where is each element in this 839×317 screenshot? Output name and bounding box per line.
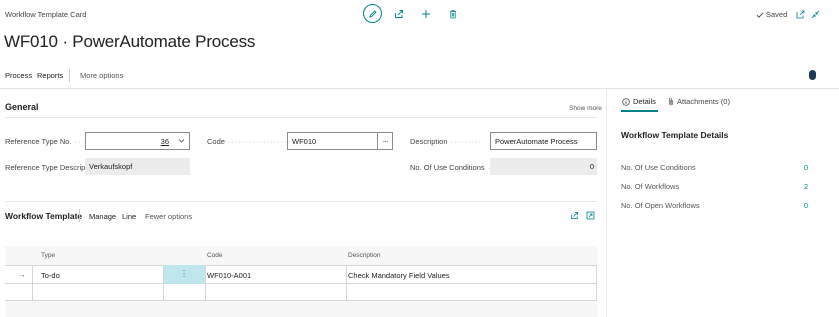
share-icon[interactable] [393, 8, 404, 19]
factbox-row-value[interactable]: 0 [804, 201, 808, 210]
factbox-row-label: No. Of Workflows [621, 182, 680, 191]
reports-menu[interactable]: Reports [37, 71, 63, 80]
grid-divider [163, 265, 164, 301]
factbox-row-label: No. Of Use Conditions [621, 163, 696, 172]
reference-type-description-label: Reference Type Descripti... [5, 163, 96, 172]
description-field[interactable]: PowerAutomate Process [490, 132, 597, 150]
notification-badge[interactable] [809, 70, 816, 80]
more-options-button[interactable]: More options [80, 71, 123, 80]
ellipsis-icon: ··· [382, 136, 389, 146]
code-field[interactable]: WF010 [287, 132, 378, 150]
column-header-type[interactable]: Type [41, 252, 55, 259]
row-actions-icon: ⋮ [180, 269, 188, 278]
subpage-title[interactable]: Workflow Template [5, 211, 82, 221]
description-label: Description ········· [410, 137, 483, 146]
tab-details-underline [621, 110, 658, 112]
grid-divider [32, 265, 33, 301]
row-menu-button[interactable]: ⋮ [163, 265, 205, 284]
process-menu[interactable]: Process [5, 71, 32, 80]
table-row[interactable]: → To-do ⋮ WF010-A001 Check Mandatory Fie… [5, 265, 597, 284]
reference-type-description-field: Verkaufskopf [85, 158, 190, 175]
reference-type-description-value: Verkaufskopf [89, 162, 133, 171]
code-lookup-button[interactable]: ··· [378, 132, 393, 150]
factbox-row-value[interactable]: 0 [804, 163, 808, 172]
factbox-divider [606, 89, 607, 317]
grid-divider [205, 265, 206, 301]
collapse-icon[interactable] [810, 9, 820, 19]
page-title: WF010 · PowerAutomate Process [4, 32, 256, 51]
factbox-title: Workflow Template Details [621, 130, 729, 140]
reference-type-no-field[interactable]: 36 [85, 132, 190, 150]
column-header-description[interactable]: Description [348, 252, 381, 259]
paperclip-icon [668, 97, 674, 106]
action-bar-divider [69, 69, 70, 82]
subpage-divider [79, 209, 80, 222]
chevron-down-icon[interactable] [178, 138, 185, 144]
show-more-button[interactable]: Show more [569, 105, 602, 112]
subpage-share-icon[interactable] [570, 211, 579, 220]
no-of-use-conditions-label: No. Of Use Conditions ···· [410, 163, 501, 172]
factbox-row-label: No. Of Open Workflows [621, 201, 700, 210]
add-icon[interactable] [420, 8, 431, 19]
reference-type-no-value: 36 [160, 137, 169, 146]
table-row-empty[interactable] [5, 284, 597, 301]
action-bar-separator [0, 88, 839, 89]
factbox-row-value[interactable]: 2 [804, 182, 808, 191]
tab-attachments-label: Attachments (0) [677, 97, 730, 106]
line-menu[interactable]: Line [122, 212, 136, 221]
section-general-title[interactable]: General [5, 102, 39, 112]
delete-icon[interactable] [447, 8, 458, 19]
no-of-use-conditions-value: 0 [589, 162, 594, 171]
saved-status: Saved [756, 10, 787, 19]
no-of-use-conditions-field: 0 [490, 158, 597, 175]
row-code-cell[interactable]: WF010-A001 [207, 271, 251, 280]
column-header-code[interactable]: Code [207, 252, 223, 259]
general-separator [5, 117, 597, 118]
row-description-cell[interactable]: Check Mandatory Field Values [348, 271, 450, 280]
code-value: WF010 [292, 137, 317, 146]
description-value: PowerAutomate Process [495, 137, 578, 146]
edit-icon[interactable] [363, 4, 382, 23]
grid-divider [596, 265, 597, 301]
manage-menu[interactable]: Manage [89, 212, 116, 221]
grid-divider [346, 265, 347, 301]
tab-details[interactable]: Details [622, 97, 656, 106]
fewer-options-button[interactable]: Fewer options [145, 212, 192, 221]
tab-details-label: Details [633, 97, 656, 106]
open-new-window-icon[interactable] [795, 9, 805, 19]
checkmark-icon [756, 11, 764, 19]
tab-attachments[interactable]: Attachments (0) [668, 97, 730, 106]
saved-label: Saved [766, 10, 788, 19]
action-bar: Process Reports More options [0, 66, 839, 86]
row-type-cell[interactable]: To-do [41, 271, 60, 280]
info-icon [622, 97, 630, 106]
subpage-expand-icon[interactable] [586, 211, 595, 220]
breadcrumb: Workflow Template Card [5, 10, 87, 19]
row-arrow-icon: → [18, 270, 26, 279]
general-bottom-separator [5, 201, 597, 202]
